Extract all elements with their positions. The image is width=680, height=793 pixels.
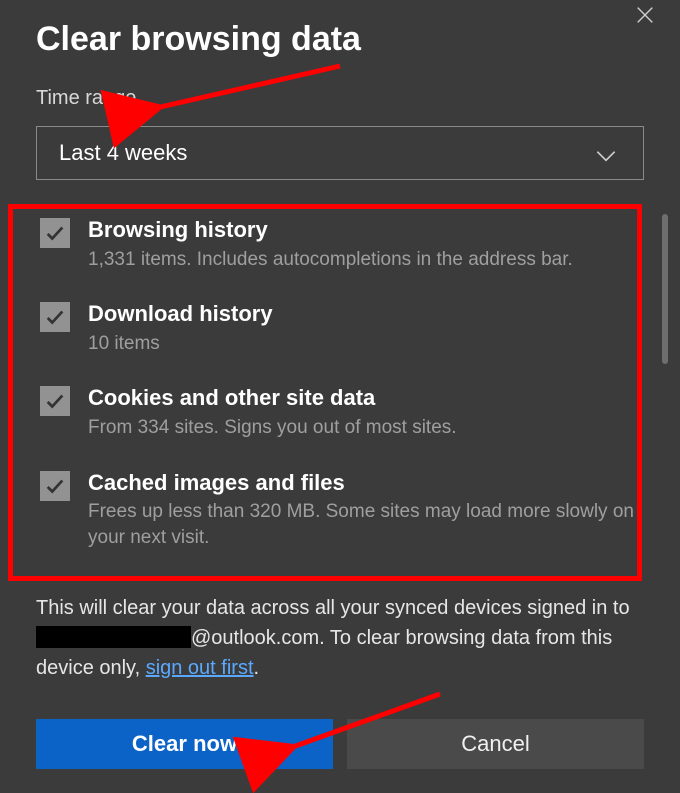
option-title: Browsing history: [88, 216, 638, 245]
options-list: Browsing history1,331 items. Includes au…: [36, 198, 644, 565]
option-title: Download history: [88, 300, 638, 329]
option-checkbox[interactable]: [40, 302, 70, 332]
option-texts: Browsing history1,331 items. Includes au…: [88, 216, 638, 272]
sync-note-suffix: .: [254, 657, 260, 679]
option-title: Cached images and files: [88, 469, 638, 498]
option-row: Cookies and other site dataFrom 334 site…: [40, 384, 638, 440]
option-row: Cached images and filesFrees up less tha…: [40, 469, 638, 551]
option-row: Browsing history1,331 items. Includes au…: [40, 216, 638, 272]
option-checkbox[interactable]: [40, 471, 70, 501]
option-texts: Download history10 items: [88, 300, 638, 356]
time-range-label: Time range: [36, 87, 644, 110]
dialog-button-row: Clear now Cancel: [36, 719, 644, 769]
redacted-email-local: [36, 626, 191, 648]
option-title: Cookies and other site data: [88, 384, 638, 413]
option-checkbox[interactable]: [40, 386, 70, 416]
sync-note-prefix: This will clear your data across all you…: [36, 597, 630, 619]
sign-out-link[interactable]: sign out first: [146, 657, 254, 679]
clear-now-button[interactable]: Clear now: [36, 719, 333, 769]
option-row: Download history10 items: [40, 300, 638, 356]
sync-note-email-domain: @outlook.com: [191, 627, 319, 649]
time-range-select[interactable]: Last 4 weeks: [36, 126, 644, 180]
option-description: 1,331 items. Includes autocompletions in…: [88, 247, 638, 273]
dialog-title: Clear browsing data: [36, 20, 644, 59]
option-description: 10 items: [88, 331, 638, 357]
time-range-selected-value: Last 4 weeks: [59, 140, 187, 166]
sync-notice: This will clear your data across all you…: [36, 593, 644, 683]
option-texts: Cookies and other site dataFrom 334 site…: [88, 384, 638, 440]
close-button[interactable]: [630, 2, 660, 32]
option-checkbox[interactable]: [40, 218, 70, 248]
options-scroll-area: Browsing history1,331 items. Includes au…: [36, 198, 644, 565]
scrollbar-thumb[interactable]: [662, 214, 668, 364]
option-description: Frees up less than 320 MB. Some sites ma…: [88, 499, 638, 550]
option-description: From 334 sites. Signs you out of most si…: [88, 415, 638, 441]
chevron-down-icon: [593, 143, 613, 163]
cancel-button[interactable]: Cancel: [347, 719, 644, 769]
option-texts: Cached images and filesFrees up less tha…: [88, 469, 638, 551]
close-icon: [634, 1, 656, 33]
clear-browsing-data-dialog: Clear browsing data Time range Last 4 we…: [0, 0, 680, 793]
